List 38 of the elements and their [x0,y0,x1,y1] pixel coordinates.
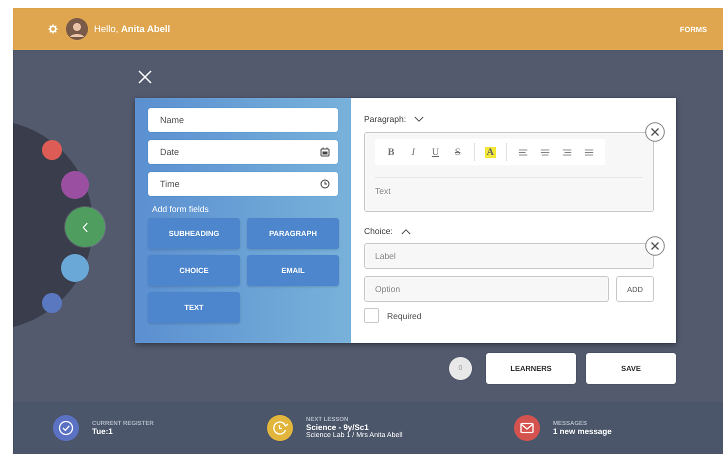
align-icon[interactable] [584,148,594,156]
text-field[interactable]: Text [375,177,643,204]
remove-icon[interactable] [645,122,665,142]
remove-icon[interactable] [645,236,665,256]
format-button[interactable]: B [381,146,402,158]
add-fields-label: Add form fields [152,204,210,214]
checkbox[interactable] [364,308,379,323]
format-button[interactable]: I [403,146,424,158]
format-button[interactable]: S [448,146,468,158]
greeting-text: Hello, Anita Abell [94,24,170,34]
required-label: Required [387,310,422,320]
format-button[interactable]: U [425,146,446,158]
align-icon[interactable] [518,148,528,156]
avatar-icon[interactable] [66,18,88,40]
chevron-left-icon [82,222,88,232]
option-field[interactable]: Option [364,276,609,302]
input-field[interactable]: Name [148,108,338,132]
close-icon[interactable] [138,70,152,84]
block-title: Choice: [364,226,393,236]
check-circle-icon[interactable] [53,415,79,441]
block-title: Paragraph: [364,114,406,124]
status-value: Science - 9y/Sc1 [306,423,370,432]
chevron-up-icon[interactable] [400,228,411,234]
paragraph-editor[interactable]: B I U S A Text [364,132,654,212]
clock-icon [320,179,330,189]
calendar-icon [320,147,330,157]
input-field[interactable]: Time [148,172,338,196]
color-dot[interactable] [65,207,105,247]
status-value: Tue:1 [92,426,114,436]
input-field[interactable]: Date [148,140,338,164]
label-field[interactable]: Label [364,243,654,269]
align-icon[interactable] [540,148,550,156]
align-icon[interactable] [562,148,572,156]
settings-icon[interactable] [48,24,58,34]
format-button[interactable]: A [484,146,496,158]
status-value: 1 new message [553,426,612,436]
envelope-icon[interactable] [514,415,540,441]
chevron-down-icon[interactable] [414,116,424,122]
